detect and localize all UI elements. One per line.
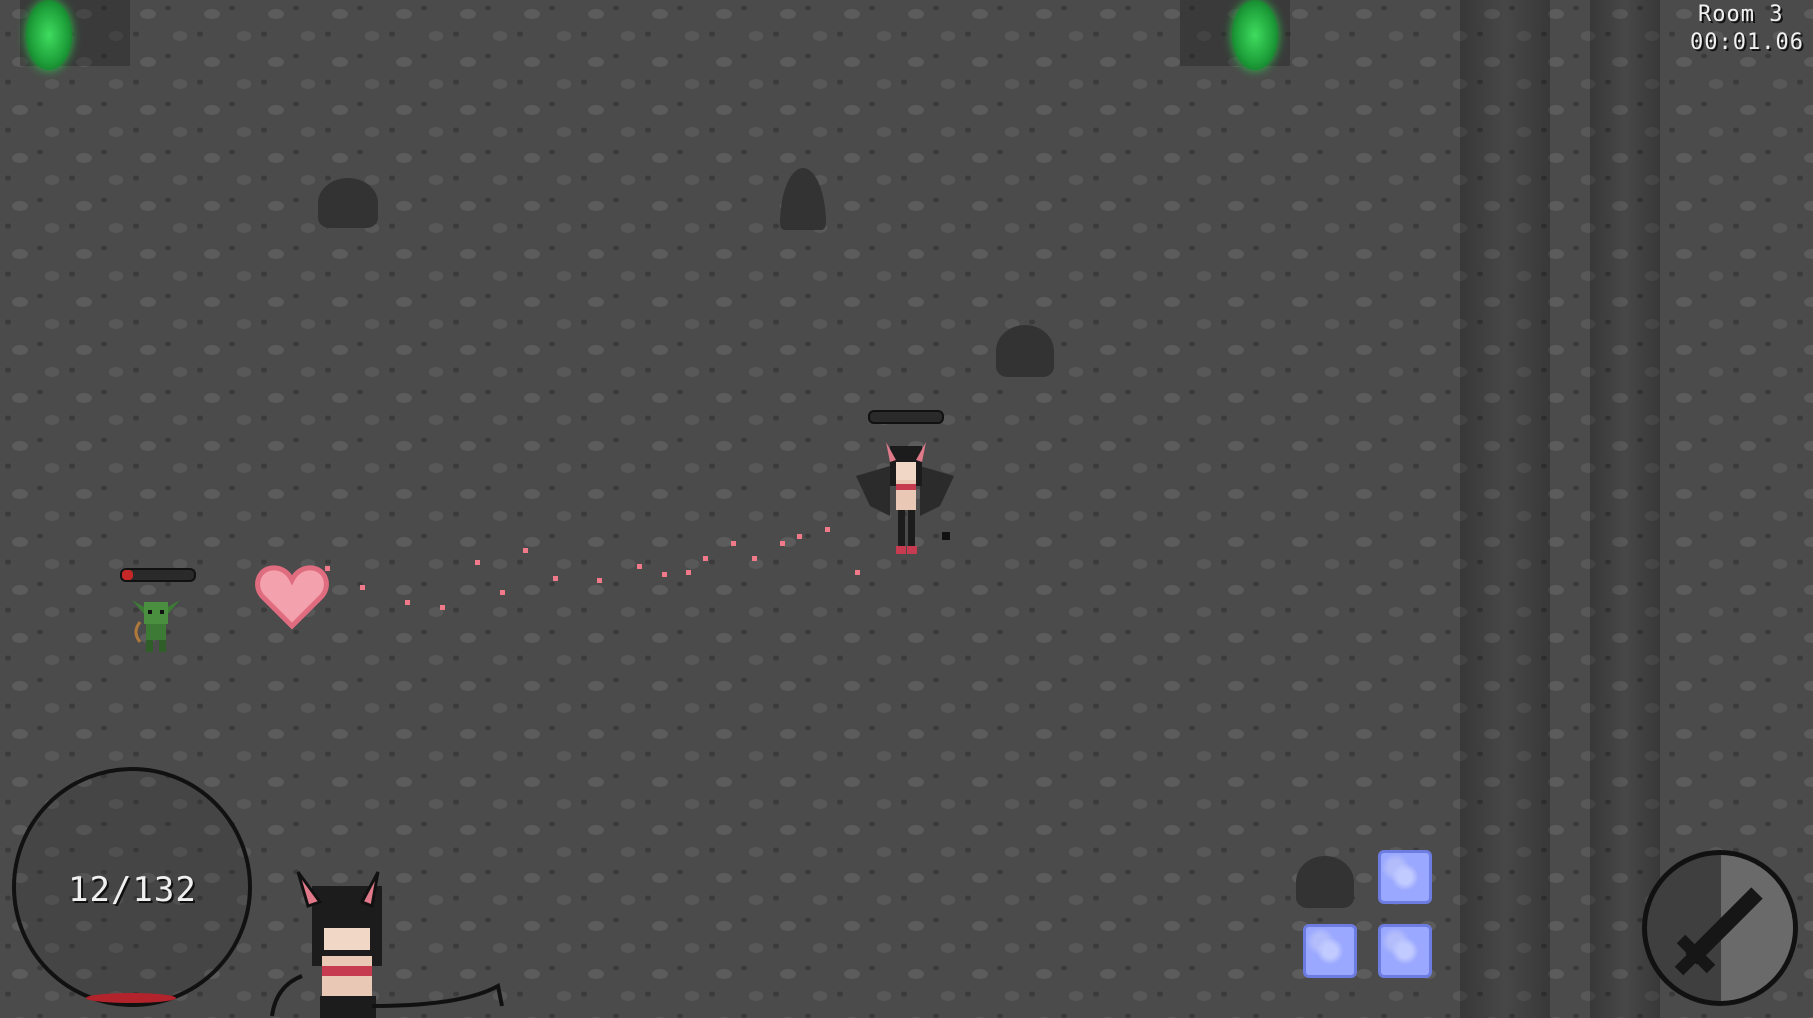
rock-obstacle [996,325,1054,377]
wall-pillar [1590,0,1660,1018]
rock-spike-obstacle [780,168,826,230]
trail-particle [523,548,528,553]
frost-rune-ability-slot[interactable] [1378,850,1432,904]
room-label: Room 3 [1698,2,1784,27]
trail-particle [440,605,445,610]
trail-particle [797,534,802,539]
rock-obstacle [318,178,378,228]
wall-pillar [1460,0,1550,1018]
enemy-health-fill [122,570,133,580]
trail-particle [637,564,642,569]
green-portal-icon[interactable] [1232,0,1278,70]
goblin-enemy[interactable] [130,592,182,654]
game-viewport[interactable]: Room 3 00:01.06 12/132 [0,0,1813,1018]
trail-particle [780,541,785,546]
trail-particle [360,585,365,590]
trail-particle [475,560,480,565]
trail-particle [597,578,602,583]
trail-particle [686,570,691,575]
health-orb-fill [86,993,176,1003]
trail-particle [500,590,505,595]
rock-obstacle [1296,856,1354,908]
enemy-health-bar [120,568,196,582]
sword-icon [1674,887,1763,976]
trail-particle [703,556,708,561]
trail-particle [731,541,736,546]
frost-rune-ability-slot[interactable] [1378,924,1432,978]
health-counter: 12/132 [68,870,197,910]
trail-particle [553,576,558,581]
attack-button[interactable] [1642,850,1798,1006]
player-character [856,442,954,554]
heart-projectile [255,565,329,630]
trail-particle [662,572,667,577]
trail-particle [752,556,757,561]
trail-particle [405,600,410,605]
character-portrait [270,871,504,1018]
run-timer: 00:01.06 [1690,30,1804,55]
trail-particle [855,570,860,575]
frost-rune-ability-slot[interactable] [1303,924,1357,978]
trail-particle [825,527,830,532]
player-health-bar [868,410,944,424]
green-portal-icon[interactable] [26,0,72,70]
